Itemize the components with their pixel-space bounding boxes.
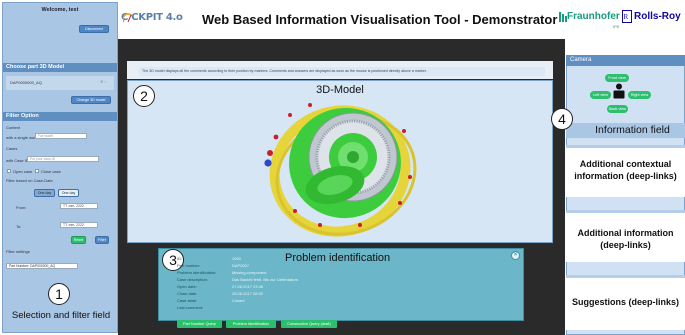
marker-4: 4 bbox=[551, 108, 573, 130]
suggestions-box[interactable]: Suggestions (deep-links) bbox=[566, 275, 685, 330]
problem-row-value: 1000 bbox=[232, 256, 241, 261]
close-icon[interactable]: ✕ bbox=[511, 251, 520, 260]
gauge-icon bbox=[123, 13, 133, 23]
marker-1: 1 bbox=[48, 283, 70, 305]
reset-button[interactable]: Reset bbox=[71, 236, 86, 244]
front-view-button[interactable]: Front view bbox=[605, 74, 629, 82]
problem-row-label: Part number: bbox=[177, 263, 201, 268]
open-case-checkbox[interactable] bbox=[7, 169, 11, 173]
selection-caption: Selection and filter field bbox=[11, 310, 111, 321]
problem-row-value: Closed bbox=[232, 298, 245, 303]
date-filter-label: Filter based on Case-Date bbox=[6, 178, 53, 183]
problem-row-value: DAP0007 bbox=[232, 263, 250, 268]
fraunhofer-logo-icon bbox=[559, 12, 567, 22]
problem-row-label: Case description: bbox=[177, 277, 208, 282]
welcome-text: Welcome, test bbox=[41, 7, 79, 13]
contextual-info-box[interactable]: Additional contextual information (deep-… bbox=[566, 145, 685, 197]
fraunhofer-sub: IPK bbox=[613, 24, 620, 29]
model-list-icons[interactable]: ✕ ▫ bbox=[100, 79, 106, 84]
page-title: Web Based Information Visualisation Tool… bbox=[202, 12, 558, 27]
right-view-button[interactable]: Right view bbox=[628, 91, 651, 99]
problem-row-label: Last comment: bbox=[177, 305, 204, 310]
problem-row-value: Missing component bbox=[232, 270, 267, 275]
cases-label: Cases bbox=[6, 146, 18, 151]
model-list-item[interactable]: DAP0000000_AQ bbox=[10, 80, 42, 85]
consecutive-query-button[interactable]: Consecutive Query (draft) bbox=[281, 320, 337, 328]
problem-title: Problem identification bbox=[285, 252, 391, 264]
single-word-label: with a single word bbox=[6, 135, 38, 140]
left-view-button[interactable]: Left view bbox=[590, 91, 611, 99]
problem-row-value: 28.06.2017 08:02 bbox=[232, 291, 264, 296]
camera-person-icon bbox=[613, 83, 625, 99]
disconnect-button[interactable]: Disconnect bbox=[79, 25, 109, 33]
part-number-query-button[interactable]: Part Number Query bbox=[177, 320, 222, 328]
open-case-label: Open case bbox=[13, 169, 33, 174]
information-field-header: Information field bbox=[566, 123, 685, 138]
part-number-select[interactable]: Part Number: DAP000000_AQ bbox=[6, 263, 78, 269]
close-case-label: Close case bbox=[41, 169, 61, 174]
info-bar: The 3D model displays all the comments a… bbox=[139, 67, 545, 76]
one-day-toggle-a[interactable]: One day bbox=[34, 189, 55, 197]
filter-button[interactable]: Filter bbox=[95, 236, 109, 244]
fraunhofer-logo: Fraunhofer bbox=[567, 11, 620, 22]
problem-row-value: 27.06.2017 23:46 bbox=[232, 284, 264, 289]
marker-2: 2 bbox=[133, 85, 155, 107]
additional-info-box[interactable]: Additional information (deep-links) bbox=[566, 210, 685, 262]
choose-model-header: Choose part 3D Model bbox=[3, 63, 117, 72]
problem-row-label: Close date: bbox=[177, 291, 198, 296]
model-list[interactable]: DAP0000000_AQ ✕ ▫ bbox=[6, 76, 114, 90]
content-label: Content bbox=[6, 125, 21, 130]
rolls-royce-logo: Rolls-Roy bbox=[634, 11, 681, 22]
problem-row-value: Das Bauteil fehlt. Bis zur Lieferdatum bbox=[232, 277, 298, 282]
from-label: From: bbox=[16, 205, 27, 210]
problem-identification-button[interactable]: Problem Identification bbox=[226, 320, 276, 328]
rolls-royce-logo-icon: R bbox=[622, 10, 632, 23]
close-case-checkbox[interactable] bbox=[35, 169, 39, 173]
filter-settings-label: Filter settings bbox=[6, 249, 30, 254]
sidebar: Welcome, test Disconnect Choose part 3D … bbox=[2, 2, 118, 333]
svg-text:R: R bbox=[624, 13, 629, 21]
case-id-input[interactable]: Put your case-ID bbox=[27, 156, 99, 162]
engine-3d-model[interactable] bbox=[250, 93, 440, 238]
back-view-button[interactable]: Back view bbox=[607, 105, 628, 113]
change-model-button[interactable]: Change 3D model bbox=[71, 96, 111, 104]
problem-row-label: ID: bbox=[177, 256, 183, 261]
camera-header: Camera bbox=[566, 55, 685, 66]
problem-row-label: Case state: bbox=[177, 298, 198, 303]
one-day-toggle-b[interactable]: One day bbox=[58, 189, 79, 197]
single-word-input[interactable]: Fat model bbox=[35, 133, 87, 139]
filter-option-header: Filter Option bbox=[3, 112, 117, 121]
problem-row-label: Open date: bbox=[177, 284, 197, 289]
case-id-label: with Case ID bbox=[6, 158, 29, 163]
to-date-input[interactable]: TT. mm. 2222 bbox=[60, 222, 98, 228]
problem-row-label: Problem identification: bbox=[177, 270, 217, 275]
from-date-input[interactable]: TT. mm. 2222 bbox=[60, 203, 98, 209]
to-label: To: bbox=[16, 224, 22, 229]
